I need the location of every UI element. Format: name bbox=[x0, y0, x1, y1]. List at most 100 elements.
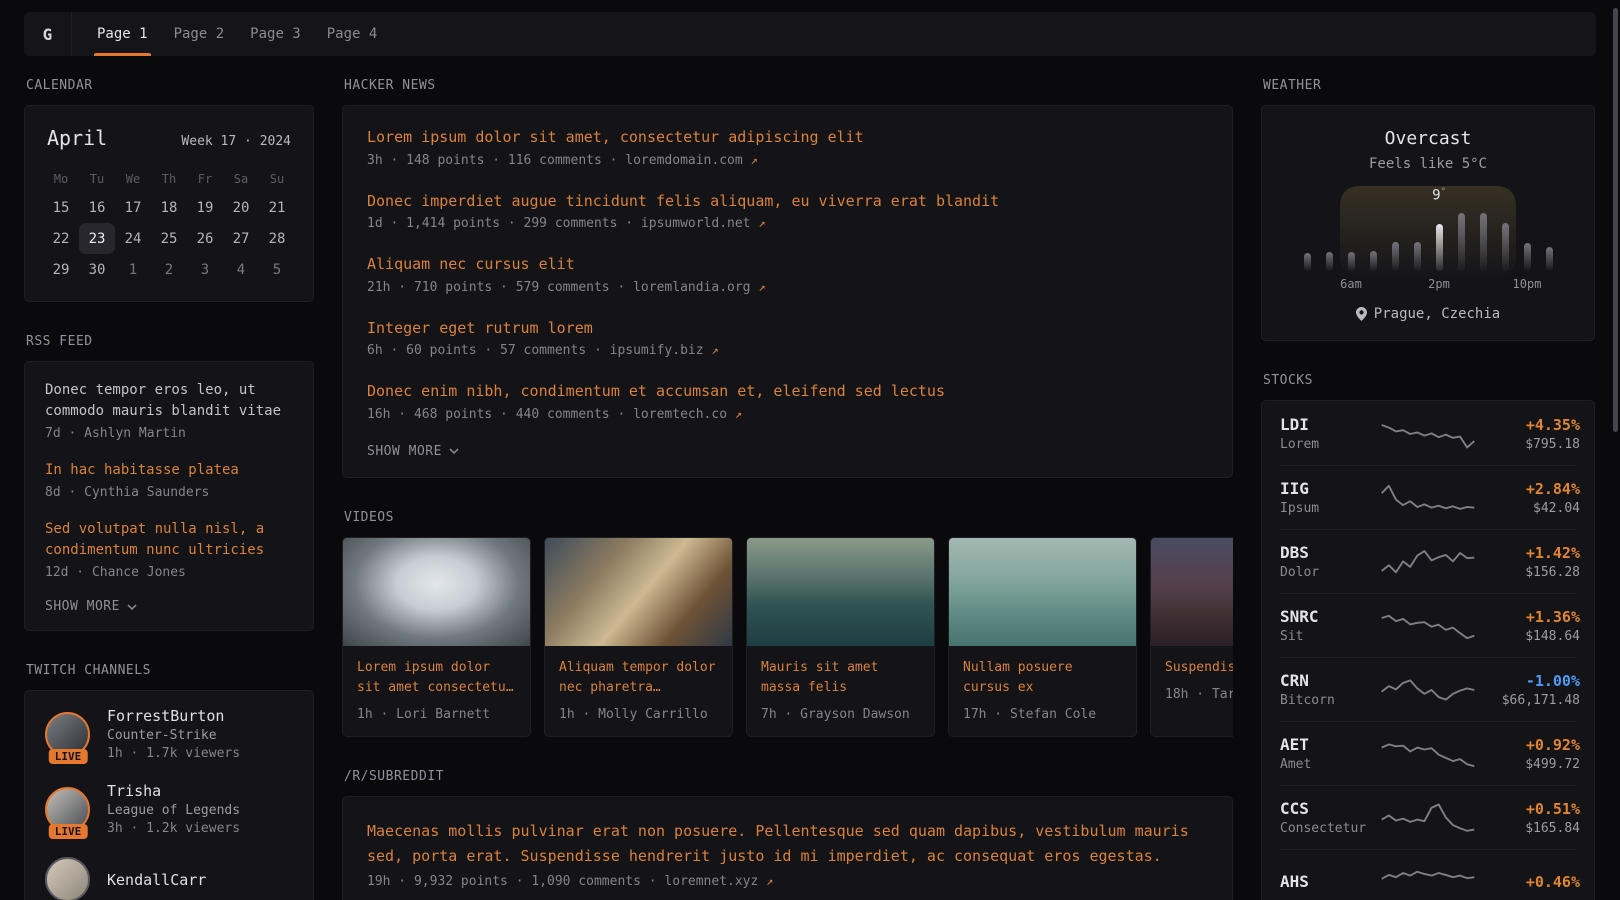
video-thumbnail[interactable] bbox=[1151, 538, 1233, 646]
external-link-icon[interactable]: ↗ bbox=[735, 407, 742, 421]
video-card[interactable]: Mauris sit amet massa felis7h · Grayson … bbox=[746, 537, 935, 737]
calendar-day[interactable]: 18 bbox=[151, 192, 187, 223]
stock-name: Amet bbox=[1280, 757, 1380, 772]
twitch-channel-name[interactable]: Trisha bbox=[107, 782, 240, 800]
video-title[interactable]: Suspendisse diam bbox=[1165, 658, 1233, 678]
external-link-icon[interactable]: ↗ bbox=[711, 343, 718, 357]
hackernews-item-title[interactable]: Integer eget rutrum lorem bbox=[367, 317, 1208, 340]
calendar-day[interactable]: 26 bbox=[187, 223, 223, 254]
stock-change: +1.42% bbox=[1476, 544, 1580, 562]
video-title[interactable]: Mauris sit amet massa felis bbox=[761, 658, 920, 698]
rss-item-title[interactable]: Sed volutpat nulla nisl, a condimentum n… bbox=[45, 519, 293, 561]
stock-symbol[interactable]: LDI bbox=[1280, 415, 1380, 434]
stock-values: +4.35%$795.18 bbox=[1476, 416, 1580, 452]
nav-tab-page-2[interactable]: Page 2 bbox=[161, 12, 238, 56]
video-title[interactable]: Lorem ipsum dolor sit amet consectetu… bbox=[357, 658, 516, 698]
subreddit-post[interactable]: Maecenas mollis pulvinar erat non posuer… bbox=[367, 819, 1208, 889]
calendar-day[interactable]: 16 bbox=[79, 192, 115, 223]
calendar-day[interactable]: 27 bbox=[223, 223, 259, 254]
twitch-channel-row[interactable]: LIVETrishaLeague of Legends3h · 1.2k vie… bbox=[45, 782, 293, 836]
hackernews-item-title[interactable]: Lorem ipsum dolor sit amet, consectetur … bbox=[367, 126, 1208, 149]
video-card[interactable]: Aliquam tempor dolor nec pharetra…1h · M… bbox=[544, 537, 733, 737]
stock-symbol[interactable]: CCS bbox=[1280, 799, 1380, 818]
twitch-channel-row[interactable]: KendallCarr bbox=[45, 857, 293, 900]
hackernews-item[interactable]: Donec imperdiet augue tincidunt felis al… bbox=[367, 190, 1208, 232]
external-link-icon[interactable]: ↗ bbox=[751, 153, 758, 167]
twitch-channel-name[interactable]: KendallCarr bbox=[107, 871, 206, 889]
twitch-channel-name[interactable]: ForrestBurton bbox=[107, 707, 240, 725]
stock-symbol[interactable]: IIG bbox=[1280, 479, 1380, 498]
nav-tab-page-3[interactable]: Page 3 bbox=[237, 12, 314, 56]
calendar-day[interactable]: 19 bbox=[187, 192, 223, 223]
stock-price: $148.64 bbox=[1476, 629, 1580, 644]
hackernews-item-title[interactable]: Aliquam nec cursus elit bbox=[367, 253, 1208, 276]
stock-symbol[interactable]: AHS bbox=[1280, 872, 1380, 891]
calendar-day[interactable]: 17 bbox=[115, 192, 151, 223]
nav-tab-page-1[interactable]: Page 1 bbox=[84, 12, 161, 56]
calendar-day[interactable]: 3 bbox=[187, 254, 223, 285]
stock-symbol[interactable]: SNRC bbox=[1280, 607, 1380, 626]
video-title[interactable]: Nullam posuere cursus ex bbox=[963, 658, 1122, 698]
video-card[interactable]: Lorem ipsum dolor sit amet consectetu…1h… bbox=[342, 537, 531, 737]
video-card[interactable]: Nullam posuere cursus ex17h · Stefan Col… bbox=[948, 537, 1137, 737]
calendar-day[interactable]: 4 bbox=[223, 254, 259, 285]
hackernews-item[interactable]: Aliquam nec cursus elit21h · 710 points … bbox=[367, 253, 1208, 295]
calendar-day[interactable]: 1 bbox=[115, 254, 151, 285]
calendar-day[interactable]: 28 bbox=[259, 223, 295, 254]
rss-item[interactable]: In hac habitasse platea8d · Cynthia Saun… bbox=[45, 460, 293, 500]
video-thumbnail[interactable] bbox=[343, 538, 530, 646]
hackernews-item[interactable]: Lorem ipsum dolor sit amet, consectetur … bbox=[367, 126, 1208, 168]
scrollbar-track[interactable] bbox=[1612, 0, 1619, 900]
hackernews-item[interactable]: Donec enim nibh, condimentum et accumsan… bbox=[367, 380, 1208, 422]
calendar-day[interactable]: 5 bbox=[259, 254, 295, 285]
calendar-day-selected[interactable]: 23 bbox=[79, 223, 115, 254]
calendar-day[interactable]: 25 bbox=[151, 223, 187, 254]
stock-row[interactable]: SNRCSit+1.36%$148.64 bbox=[1280, 593, 1576, 657]
nav-tab-page-4[interactable]: Page 4 bbox=[314, 12, 391, 56]
rss-section-title: RSS FEED bbox=[26, 334, 314, 349]
stock-symbol[interactable]: CRN bbox=[1280, 671, 1380, 690]
calendar-day[interactable]: 22 bbox=[43, 223, 79, 254]
hackernews-item-title[interactable]: Donec imperdiet augue tincidunt felis al… bbox=[367, 190, 1208, 213]
calendar-day[interactable]: 29 bbox=[43, 254, 79, 285]
calendar-day[interactable]: 24 bbox=[115, 223, 151, 254]
rss-show-more-button[interactable]: SHOW MORE bbox=[45, 599, 293, 614]
rss-item-title[interactable]: Donec tempor eros leo, ut commodo mauris… bbox=[45, 380, 293, 422]
rss-item[interactable]: Sed volutpat nulla nisl, a condimentum n… bbox=[45, 519, 293, 580]
hackernews-item-title[interactable]: Donec enim nibh, condimentum et accumsan… bbox=[367, 380, 1208, 403]
subreddit-post-title[interactable]: Maecenas mollis pulvinar erat non posuer… bbox=[367, 819, 1208, 870]
external-link-icon[interactable]: ↗ bbox=[758, 216, 765, 230]
twitch-avatar-wrap: LIVE bbox=[45, 787, 91, 832]
video-card[interactable]: Suspendisse diam18h · Tara bbox=[1150, 537, 1233, 737]
video-thumbnail[interactable] bbox=[545, 538, 732, 646]
video-thumbnail[interactable] bbox=[747, 538, 934, 646]
stock-row[interactable]: CCSConsectetur+0.51%$165.84 bbox=[1280, 785, 1576, 849]
stock-row[interactable]: LDILorem+4.35%$795.18 bbox=[1280, 402, 1576, 465]
stock-row[interactable]: AETAmet+0.92%$499.72 bbox=[1280, 721, 1576, 785]
rss-item[interactable]: Donec tempor eros leo, ut commodo mauris… bbox=[45, 380, 293, 441]
external-link-icon[interactable]: ↗ bbox=[758, 280, 765, 294]
stock-values: +0.46% bbox=[1476, 873, 1580, 891]
calendar-day[interactable]: 20 bbox=[223, 192, 259, 223]
stock-row[interactable]: AHS+0.46% bbox=[1280, 849, 1576, 900]
stock-row[interactable]: IIGIpsum+2.84%$42.04 bbox=[1280, 465, 1576, 529]
stock-row[interactable]: DBSDolor+1.42%$156.28 bbox=[1280, 529, 1576, 593]
twitch-channel-row[interactable]: LIVEForrestBurtonCounter-Strike1h · 1.7k… bbox=[45, 707, 293, 761]
hackernews-show-more-button[interactable]: SHOW MORE bbox=[367, 444, 1208, 459]
stock-symbol[interactable]: AET bbox=[1280, 735, 1380, 754]
stock-row[interactable]: CRNBitcorn-1.00%$66,171.48 bbox=[1280, 657, 1576, 721]
external-link-icon[interactable]: ↗ bbox=[766, 874, 773, 888]
hackernews-item[interactable]: Integer eget rutrum lorem6h · 60 points … bbox=[367, 317, 1208, 359]
stock-symbol[interactable]: DBS bbox=[1280, 543, 1380, 562]
app-logo[interactable]: G bbox=[24, 12, 72, 56]
weather-hour-bar bbox=[1502, 223, 1509, 271]
video-title[interactable]: Aliquam tempor dolor nec pharetra… bbox=[559, 658, 718, 698]
calendar-day[interactable]: 30 bbox=[79, 254, 115, 285]
video-thumbnail[interactable] bbox=[949, 538, 1136, 646]
hackernews-item-meta: 16h · 468 points · 440 comments · loremt… bbox=[367, 407, 1208, 422]
rss-item-title[interactable]: In hac habitasse platea bbox=[45, 460, 293, 481]
calendar-day[interactable]: 2 bbox=[151, 254, 187, 285]
calendar-day[interactable]: 15 bbox=[43, 192, 79, 223]
scrollbar-thumb[interactable] bbox=[1613, 8, 1618, 432]
calendar-day[interactable]: 21 bbox=[259, 192, 295, 223]
